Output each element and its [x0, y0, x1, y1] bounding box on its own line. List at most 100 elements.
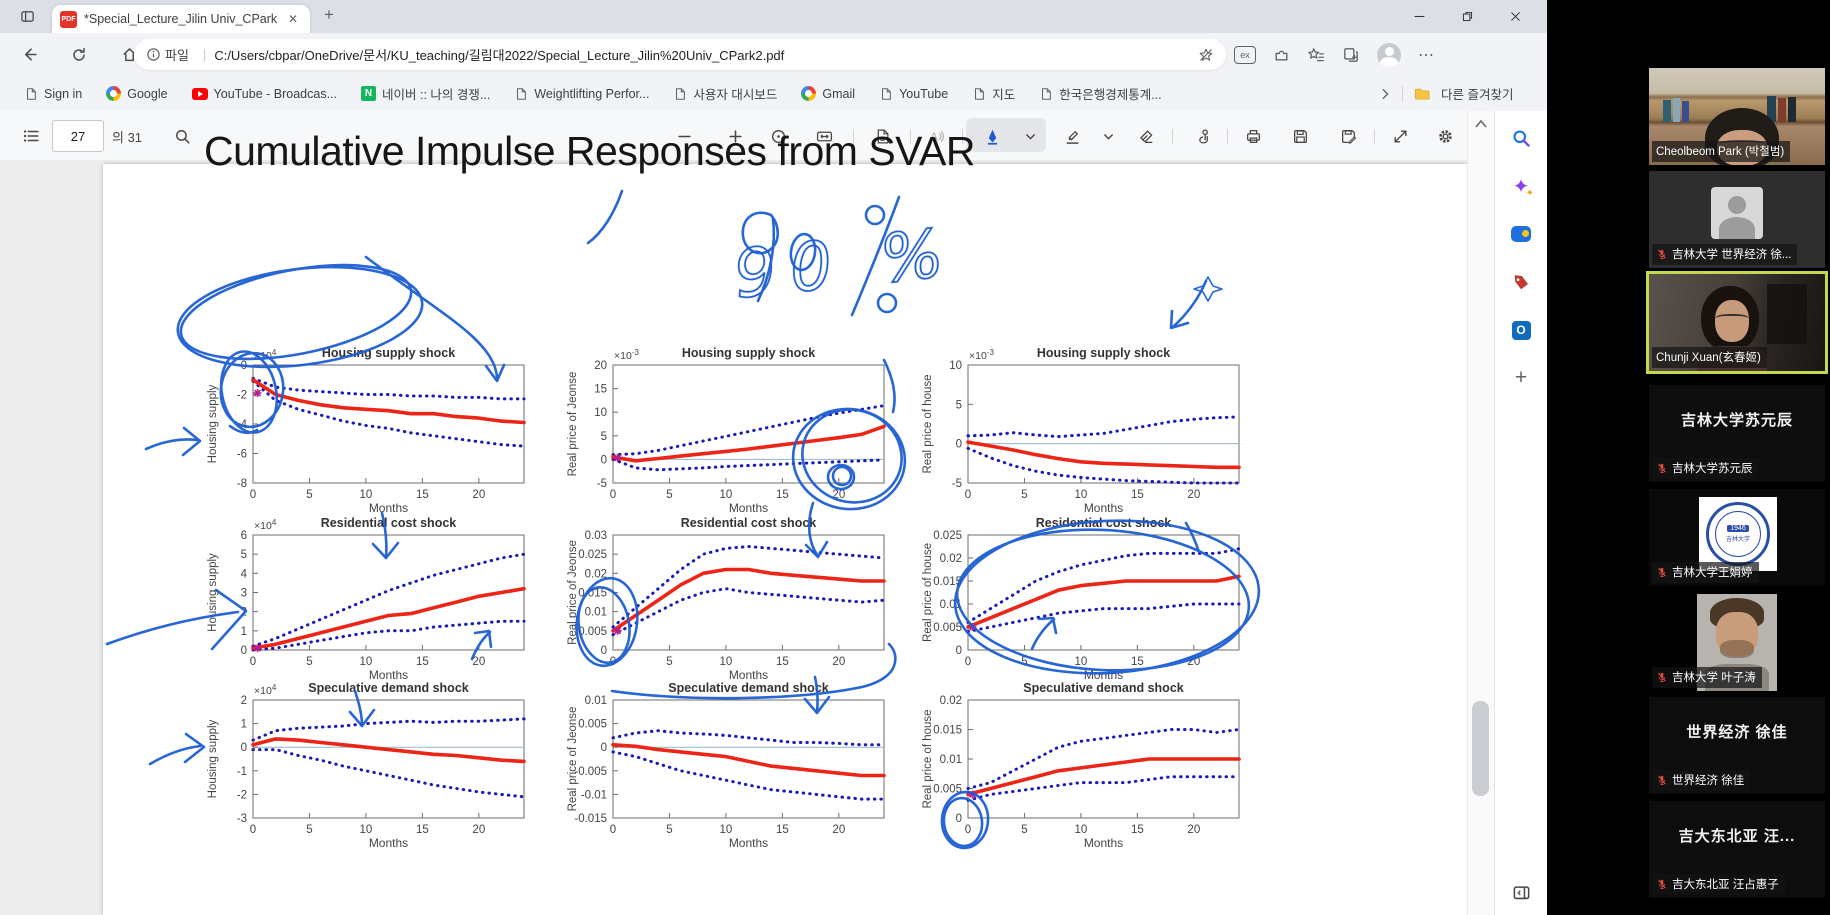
logo-year: 1946 — [1727, 525, 1749, 532]
save-as-icon[interactable] — [1336, 124, 1360, 148]
mic-off-icon — [1656, 462, 1668, 474]
bookmark-item[interactable]: 지도 — [972, 84, 1015, 103]
participant-tile[interactable]: 世界经济 徐佳 世界经济 徐佳 — [1649, 697, 1825, 794]
bookmark-label: Weightlifting Perfor... — [534, 87, 649, 101]
participant-label: 吉林大学 世界经济 徐... — [1652, 244, 1797, 265]
page-number-input[interactable]: 27 — [52, 120, 104, 152]
participant-tile[interactable]: Chunji Xuan(玄春姬) — [1649, 274, 1825, 371]
toolbar-separator — [1227, 129, 1228, 144]
favorites-icon[interactable] — [1307, 46, 1325, 64]
tab-actions-icon[interactable] — [18, 7, 36, 25]
participant-label: 吉林大学 叶子涛 — [1652, 667, 1762, 688]
bookmark-label: 한국은행경제통계... — [1059, 84, 1161, 103]
sidebar-add-icon[interactable]: + — [1508, 365, 1534, 391]
extension-ex-icon[interactable]: ex — [1234, 46, 1256, 64]
save-icon[interactable] — [1288, 124, 1312, 148]
sidebar-copilot-icon[interactable]: ✦✦ — [1508, 173, 1534, 199]
restore-button[interactable] — [1443, 0, 1491, 32]
youtube-icon — [192, 88, 208, 100]
eraser-icon[interactable] — [1134, 124, 1158, 148]
mic-off-icon — [1656, 774, 1668, 786]
tab-title: *Special_Lecture_Jilin Univ_CPark — [84, 12, 277, 26]
pdf-settings-gear-icon[interactable] — [1433, 124, 1457, 148]
pen-options-chevron-icon[interactable] — [1018, 124, 1042, 148]
other-favorites-label[interactable]: 다른 즐겨찾기 — [1441, 84, 1513, 103]
pen-tool-icon[interactable] — [980, 124, 1004, 148]
extensions-puzzle-icon[interactable] — [1273, 46, 1290, 63]
page-count-label: 의 31 — [112, 127, 142, 146]
participant-tile[interactable]: 吉林大学 世界经济 徐... — [1649, 171, 1825, 268]
bookmark-item[interactable]: N네이버 :: 나의 경쟁... — [361, 84, 490, 103]
tab-close-icon[interactable]: ✕ — [284, 10, 302, 28]
page-icon — [972, 87, 986, 101]
participant-tile[interactable]: 吉林大学 叶子涛 — [1649, 594, 1825, 691]
participant-display-name: 吉林大学苏元辰 — [1649, 385, 1825, 455]
info-icon[interactable] — [146, 47, 161, 62]
chevron-right-icon[interactable] — [1378, 87, 1392, 101]
screen: PDF *Special_Lecture_Jilin Univ_CPark ✕ … — [0, 0, 1830, 915]
new-tab-button[interactable]: + — [320, 6, 338, 24]
collections-icon[interactable] — [1342, 46, 1360, 64]
minimize-button[interactable] — [1395, 0, 1443, 32]
scrollbar-thumb[interactable] — [1472, 701, 1489, 796]
google-icon — [801, 86, 816, 101]
profile-avatar[interactable] — [1377, 43, 1401, 67]
participant-tile[interactable]: 吉大东北亚 汪... 吉大东北亚 汪占惠子 — [1649, 801, 1825, 898]
add-favorite-icon[interactable] — [1198, 47, 1214, 63]
participant-label: Chunji Xuan(玄春姬) — [1652, 347, 1767, 368]
mic-off-icon — [1656, 671, 1668, 683]
participant-tile[interactable]: 吉林大学苏元辰 吉林大学苏元辰 — [1649, 385, 1825, 482]
fullscreen-icon[interactable] — [1388, 124, 1412, 148]
bookmark-item[interactable]: Gmail — [801, 86, 855, 101]
browser-action-icons: ex ⋯ — [1234, 39, 1435, 70]
bookmarks-bar: Sign in Google YouTube - Broadcas... N네이버 :… — [0, 76, 1547, 112]
close-button[interactable] — [1491, 0, 1539, 32]
back-icon[interactable] — [14, 40, 44, 70]
address-bar[interactable]: 파일 | C:/Users/cbpar/OneDrive/문서/KU_teach… — [134, 39, 1226, 70]
participant-label: 吉林大学王娟婷 — [1652, 562, 1759, 583]
page-icon — [1039, 87, 1053, 101]
search-document-icon[interactable] — [170, 124, 194, 148]
toc-icon[interactable] — [19, 124, 43, 148]
mic-off-icon — [1656, 566, 1668, 578]
sidebar-games-icon[interactable] — [1508, 221, 1534, 247]
sidebar-search-icon[interactable] — [1508, 125, 1534, 151]
bookmark-item[interactable]: Google — [106, 86, 167, 101]
bookmark-label: Sign in — [44, 87, 82, 101]
bookmark-label: YouTube — [899, 87, 948, 101]
bookmarks-overflow: 다른 즐겨찾기 — [1378, 76, 1513, 111]
highlighter-icon[interactable] — [1060, 124, 1084, 148]
pdf-viewport — [0, 160, 1467, 915]
scroll-up-icon[interactable] — [1475, 119, 1487, 129]
pdf-page — [103, 164, 1467, 915]
bookmark-item[interactable]: Sign in — [24, 87, 82, 101]
bookmark-item[interactable]: Weightlifting Perfor... — [514, 87, 649, 101]
draw-touch-icon[interactable] — [1190, 124, 1214, 148]
refresh-icon[interactable] — [64, 40, 94, 70]
highlighter-options-chevron-icon[interactable] — [1096, 124, 1120, 148]
bookmark-item[interactable]: 사용자 대시보드 — [673, 84, 777, 103]
print-icon[interactable] — [1241, 124, 1265, 148]
pdf-favicon-icon: PDF — [60, 11, 77, 28]
participant-tile[interactable]: Cheolbeom Park (박철범) — [1649, 68, 1825, 165]
participant-display-name: 世界经济 徐佳 — [1649, 697, 1825, 767]
participant-tile[interactable]: 1946 吉林大学 吉林大学王娟婷 — [1649, 489, 1825, 586]
folder-icon — [1413, 85, 1431, 103]
sidebar-shopping-icon[interactable] — [1508, 269, 1534, 295]
url-scheme-label: 파일 — [165, 45, 189, 64]
bookmark-item[interactable]: 한국은행경제통계... — [1039, 84, 1161, 103]
sidebar-outlook-icon[interactable]: O — [1508, 317, 1534, 343]
url-text: C:/Users/cbpar/OneDrive/문서/KU_teaching/길… — [214, 45, 1198, 64]
bookmark-label: Google — [127, 87, 167, 101]
settings-menu-icon[interactable]: ⋯ — [1418, 45, 1435, 65]
participant-label: 吉大东北亚 汪占惠子 — [1652, 874, 1785, 895]
page-icon — [879, 87, 893, 101]
browser-tab[interactable]: PDF *Special_Lecture_Jilin Univ_CPark ✕ — [52, 5, 310, 33]
bookmark-item[interactable]: YouTube - Broadcas... — [192, 87, 337, 101]
vertical-scrollbar[interactable] — [1467, 111, 1494, 915]
page-icon — [673, 87, 687, 101]
bookmark-item[interactable]: YouTube — [879, 87, 948, 101]
window-controls — [1395, 0, 1539, 32]
sidebar-toggle-icon[interactable] — [1508, 879, 1534, 905]
toolbar-separator — [1374, 129, 1375, 144]
